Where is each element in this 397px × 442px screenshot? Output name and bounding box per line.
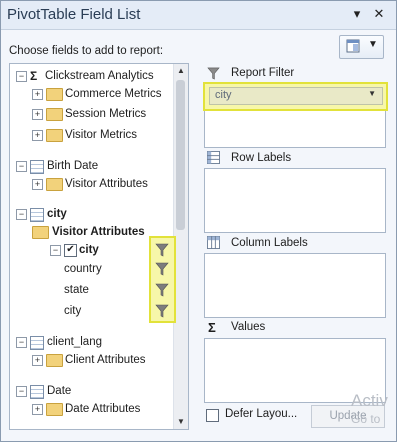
- tree-item-label: Date: [47, 385, 72, 397]
- tree-item-label: Visitor Metrics: [65, 129, 137, 141]
- open-folder-icon: [32, 226, 49, 239]
- scroll-down-icon[interactable]: ▼: [174, 415, 188, 429]
- activation-watermark: Activ Go to: [351, 392, 388, 428]
- tree-item-label: Birth Date: [47, 160, 99, 172]
- tree-item-label: Visitor Attributes: [65, 178, 148, 190]
- filter-funnel-icon[interactable]: [155, 243, 169, 257]
- row-labels-label: Row Labels: [231, 152, 292, 164]
- tree-item-label: country: [64, 263, 102, 275]
- collapse-icon[interactable]: −: [50, 245, 61, 256]
- window-title: PivotTable Field List: [7, 6, 141, 23]
- layout-options-button[interactable]: ▼: [339, 35, 384, 59]
- sigma-icon: Σ: [30, 69, 38, 83]
- folder-icon: [46, 88, 63, 101]
- defer-label: Defer Layou...: [225, 408, 298, 420]
- filter-field-label: city: [215, 89, 232, 101]
- tree-item-label: Date Attributes: [65, 403, 141, 415]
- report-filter-icon: [207, 67, 220, 80]
- expand-icon[interactable]: +: [32, 89, 43, 100]
- tree-item-label: client_lang: [47, 336, 102, 348]
- scroll-up-icon[interactable]: ▲: [174, 64, 188, 78]
- watermark-line1: Activ: [351, 391, 388, 410]
- values-label: Values: [231, 321, 266, 333]
- column-labels-label: Column Labels: [231, 237, 308, 249]
- expand-icon[interactable]: +: [32, 179, 43, 190]
- folder-icon: [46, 178, 63, 191]
- chevron-down-icon: ▼: [368, 39, 378, 50]
- table-icon: [30, 160, 44, 174]
- field-layout-icon: [346, 39, 360, 53]
- expand-icon[interactable]: +: [32, 109, 43, 120]
- collapse-icon[interactable]: −: [16, 386, 27, 397]
- row-labels-icon: [207, 151, 220, 164]
- table-icon: [30, 208, 44, 222]
- collapse-icon[interactable]: −: [16, 337, 27, 348]
- folder-icon: [46, 403, 63, 416]
- field-checkbox[interactable]: ✔: [64, 244, 77, 257]
- close-button[interactable]: ✕: [371, 6, 387, 22]
- filter-funnel-icon[interactable]: [155, 304, 169, 318]
- watermark-line2: Go to: [351, 412, 381, 426]
- values-sigma-icon: Σ: [208, 320, 216, 335]
- tree-item-label: city: [79, 244, 99, 256]
- tree-item-label: Commerce Metrics: [65, 88, 162, 100]
- column-labels-area[interactable]: [204, 253, 386, 318]
- expand-icon[interactable]: +: [32, 355, 43, 366]
- filter-funnel-icon[interactable]: [155, 262, 169, 276]
- defer-checkbox[interactable]: [206, 409, 219, 422]
- title-bar: PivotTable Field List ▾ ✕: [1, 1, 396, 30]
- column-labels-icon: [207, 236, 220, 249]
- dropdown-arrow-icon[interactable]: ▼: [368, 89, 376, 98]
- tree-item-label: Session Metrics: [65, 108, 147, 120]
- tree-item-label: state: [64, 284, 89, 296]
- expand-icon[interactable]: +: [32, 130, 43, 141]
- tree-item-label: Client Attributes: [65, 354, 146, 366]
- tree-item-label: Visitor Attributes: [52, 226, 145, 238]
- folder-icon: [46, 129, 63, 142]
- filter-funnel-icon[interactable]: [155, 283, 169, 297]
- collapse-icon[interactable]: −: [16, 209, 27, 220]
- tree-item-label: city: [47, 208, 67, 220]
- choose-fields-label: Choose fields to add to report:: [9, 45, 164, 57]
- report-filter-label: Report Filter: [231, 67, 295, 79]
- table-icon: [30, 336, 44, 350]
- folder-icon: [46, 108, 63, 121]
- scroll-thumb[interactable]: [176, 80, 185, 230]
- pane-menu-button[interactable]: ▾: [349, 6, 365, 22]
- report-filter-field-city[interactable]: city ▼: [209, 87, 383, 105]
- collapse-icon[interactable]: −: [16, 71, 27, 82]
- row-labels-area[interactable]: [204, 168, 386, 233]
- table-icon: [30, 385, 44, 399]
- tree-item-label: city: [64, 305, 82, 317]
- folder-icon: [46, 354, 63, 367]
- collapse-icon[interactable]: −: [16, 161, 27, 172]
- tree-item-label: Clickstream Analytics: [45, 70, 154, 82]
- expand-icon[interactable]: +: [32, 404, 43, 415]
